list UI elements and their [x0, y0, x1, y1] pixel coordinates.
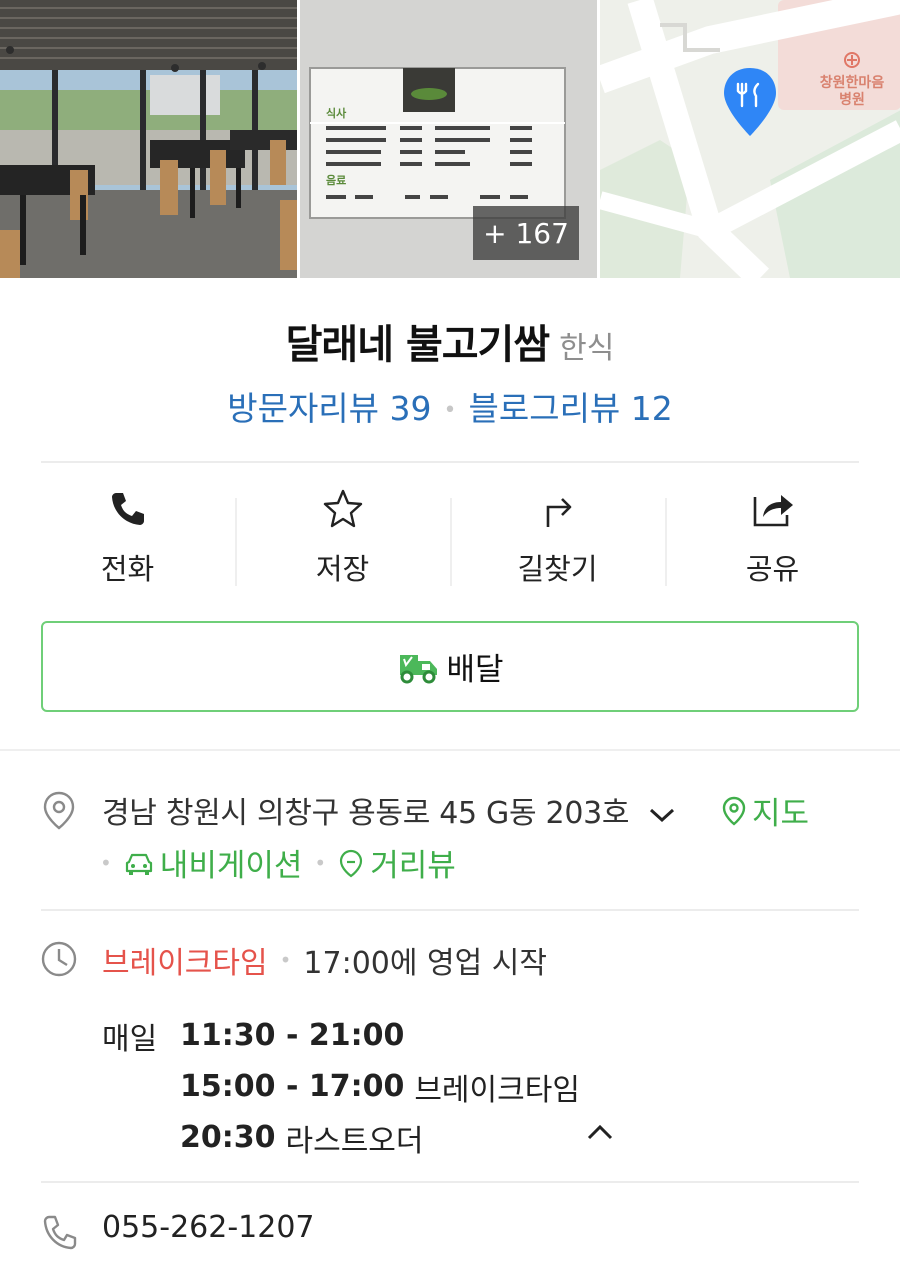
directions-icon	[536, 488, 580, 530]
save-button[interactable]: 저장	[235, 488, 450, 588]
delivery-button[interactable]: 배달	[41, 621, 859, 712]
location-pin-icon	[40, 790, 78, 830]
break-hours: 15:00 - 17:00	[180, 1069, 405, 1104]
navigation-link-label: 내비게이션	[159, 848, 303, 884]
open-hours: 11:30 - 21:00	[180, 1018, 405, 1053]
share-label: 공유	[745, 552, 800, 586]
divider	[41, 1181, 859, 1183]
directions-label: 길찾기	[517, 552, 598, 586]
menu-section-meal: 식사	[326, 106, 347, 120]
call-button[interactable]: 전화	[20, 488, 235, 588]
blog-reviews-link[interactable]: 블로그리뷰 12	[468, 389, 672, 428]
section-divider	[0, 749, 900, 751]
menu-photo[interactable]: 식사 음료 + 167	[300, 0, 597, 278]
address-links-row: • 내비게이션 • 거리뷰	[100, 840, 456, 885]
menu-section-drink: 음료	[326, 174, 346, 187]
schedule-day: 매일	[102, 1021, 158, 1057]
clock-icon	[40, 939, 78, 979]
business-status: 브레이크타임	[102, 946, 268, 981]
directions-button[interactable]: 길찾기	[450, 488, 665, 588]
map-link[interactable]: 지도	[720, 788, 809, 833]
map-thumbnail[interactable]: 창원한마음 병원	[600, 0, 900, 278]
last-order-time: 20:30	[180, 1120, 276, 1155]
hours-status-row[interactable]: 브레이크타임 • 17:00에 영업 시작	[102, 938, 547, 982]
last-order-label: 라스트오더	[285, 1123, 424, 1159]
map-poi-label-2: 병원	[839, 91, 865, 107]
car-icon	[125, 853, 152, 875]
divider	[41, 909, 859, 911]
more-photos-badge[interactable]: + 167	[473, 206, 579, 260]
street-view-pin-icon	[340, 849, 363, 877]
navigation-link[interactable]: 내비게이션	[124, 840, 303, 885]
street-view-link-label: 거리뷰	[370, 848, 456, 884]
phone-icon	[106, 488, 150, 530]
reviews-row: 방문자리뷰 39 • 블로그리뷰 12	[0, 382, 900, 430]
delivery-label: 배달	[446, 652, 504, 688]
star-icon	[321, 488, 365, 530]
hours-schedule: 매일 11:30 - 21:00 15:00 - 17:00 브레이크타임 20…	[102, 1010, 580, 1163]
map-pin-icon	[722, 796, 746, 826]
divider	[41, 461, 859, 463]
phone-number[interactable]: 055-262-1207	[102, 1210, 315, 1245]
street-view-link[interactable]: 거리뷰	[338, 840, 456, 885]
interior-photo[interactable]	[0, 0, 297, 278]
interior-photo-image	[0, 0, 297, 278]
chevron-down-icon[interactable]	[648, 797, 676, 832]
delivery-truck-icon	[396, 645, 440, 689]
separator-dot: •	[314, 850, 327, 875]
address-row[interactable]: 경남 창원시 의창구 용동로 45 G동 203호	[102, 788, 676, 832]
photo-gallery[interactable]: 식사 음료 + 167 창원한마음 병원	[0, 0, 900, 278]
call-label: 전화	[100, 552, 155, 586]
share-icon	[751, 488, 795, 530]
address-text: 경남 창원시 의창구 용동로 45 G동 203호	[102, 796, 630, 831]
map-image: 창원한마음 병원	[600, 0, 900, 278]
map-poi-label-1: 창원한마음	[820, 74, 885, 90]
map-link-label: 지도	[752, 796, 810, 832]
visitor-reviews-link[interactable]: 방문자리뷰 39	[227, 389, 431, 428]
separator-dot: •	[100, 850, 112, 875]
chevron-up-icon[interactable]	[586, 1122, 614, 1146]
separator-dot: •	[279, 948, 292, 972]
open-at-text: 17:00에 영업 시작	[303, 946, 547, 981]
separator-dot: •	[443, 398, 457, 423]
place-title-row: 달래네 불고기쌈 한식	[0, 312, 900, 370]
place-name: 달래네 불고기쌈	[285, 322, 551, 368]
break-label: 브레이크타임	[414, 1072, 580, 1108]
place-category: 한식	[559, 331, 615, 366]
action-bar: 전화 저장 길찾기 공유	[20, 488, 880, 588]
save-label: 저장	[315, 552, 370, 586]
share-button[interactable]: 공유	[665, 488, 880, 588]
phone-outline-icon	[40, 1212, 78, 1252]
